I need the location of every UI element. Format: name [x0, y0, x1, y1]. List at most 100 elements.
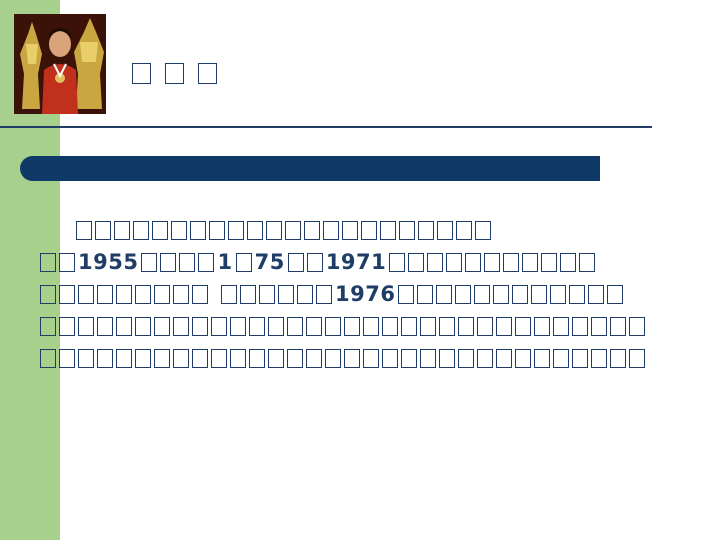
missing-glyph-box	[465, 252, 482, 272]
missing-glyph-box	[607, 284, 624, 304]
missing-glyph-box	[512, 284, 529, 304]
missing-glyph-box	[304, 220, 320, 240]
missing-glyph-box	[389, 252, 406, 272]
missing-glyph-box	[179, 252, 196, 272]
missing-glyph-box	[154, 316, 170, 336]
missing-glyph-box	[417, 284, 434, 304]
body-line	[40, 214, 680, 246]
missing-glyph-box	[116, 316, 132, 336]
missing-glyph-box	[439, 316, 455, 336]
missing-glyph-box	[344, 316, 360, 336]
missing-glyph-box	[458, 348, 474, 368]
slide-title	[132, 56, 217, 90]
missing-glyph-box	[591, 348, 607, 368]
body-line	[40, 310, 680, 342]
missing-glyph-box	[380, 220, 396, 240]
missing-glyph-box	[401, 316, 417, 336]
missing-glyph-box	[458, 316, 474, 336]
body-number: 1955	[78, 250, 139, 274]
missing-glyph-box	[503, 252, 520, 272]
missing-glyph-box	[534, 348, 550, 368]
missing-glyph-box	[446, 252, 463, 272]
missing-glyph-box	[496, 348, 512, 368]
missing-glyph-box	[553, 316, 569, 336]
missing-glyph-box	[297, 284, 313, 304]
missing-glyph-box	[259, 284, 275, 304]
missing-glyph-box	[398, 284, 415, 304]
missing-glyph-box	[192, 284, 208, 304]
missing-glyph-box	[154, 284, 170, 304]
missing-glyph-box	[306, 348, 322, 368]
missing-glyph-box	[477, 348, 493, 368]
missing-glyph-box	[40, 316, 56, 336]
missing-glyph-box	[572, 348, 588, 368]
missing-glyph-box	[192, 348, 208, 368]
missing-glyph-box	[114, 220, 130, 240]
title-divider-line	[0, 126, 652, 128]
title-character	[165, 62, 184, 84]
missing-glyph-box	[154, 348, 170, 368]
missing-glyph-box	[323, 220, 339, 240]
missing-glyph-box	[439, 348, 455, 368]
missing-glyph-box	[211, 316, 227, 336]
missing-glyph-box	[141, 252, 158, 272]
missing-glyph-box	[484, 252, 501, 272]
missing-glyph-box	[550, 284, 567, 304]
missing-glyph-box	[408, 252, 425, 272]
missing-glyph-box	[76, 220, 92, 240]
body-number: 1	[217, 250, 233, 274]
missing-glyph-box	[399, 220, 415, 240]
missing-glyph-box	[97, 348, 113, 368]
missing-glyph-box	[116, 348, 132, 368]
missing-glyph-box	[268, 316, 284, 336]
missing-glyph-box	[78, 316, 94, 336]
title-character	[132, 62, 151, 84]
missing-glyph-box	[40, 348, 56, 368]
missing-glyph-box	[560, 252, 577, 272]
player-photo	[14, 14, 106, 114]
missing-glyph-box	[59, 348, 75, 368]
body-number: 1971	[325, 250, 387, 274]
missing-glyph-box	[475, 220, 491, 240]
missing-glyph-box	[342, 220, 358, 240]
missing-glyph-box	[610, 316, 626, 336]
missing-glyph-box	[249, 348, 265, 368]
body-line: 1955 1 75 1971	[40, 246, 680, 278]
missing-glyph-box	[591, 316, 607, 336]
missing-glyph-box	[588, 284, 605, 304]
body-number: 1976	[335, 282, 396, 306]
missing-glyph-box	[133, 220, 149, 240]
missing-glyph-box	[629, 316, 645, 336]
missing-glyph-box	[420, 316, 436, 336]
player-with-trophies-photo-icon	[14, 14, 106, 114]
missing-glyph-box	[316, 284, 332, 304]
missing-glyph-box	[436, 284, 453, 304]
missing-glyph-box	[522, 252, 539, 272]
missing-glyph-box	[190, 220, 206, 240]
missing-glyph-box	[78, 284, 94, 304]
missing-glyph-box	[266, 220, 282, 240]
missing-glyph-box	[437, 220, 453, 240]
title-character	[198, 62, 217, 84]
missing-glyph-box	[474, 284, 491, 304]
missing-glyph-box	[198, 252, 215, 272]
missing-glyph-box	[135, 284, 151, 304]
missing-glyph-box	[228, 220, 244, 240]
missing-glyph-box	[221, 284, 237, 304]
missing-glyph-box	[135, 348, 151, 368]
missing-glyph-box	[235, 252, 252, 272]
missing-glyph-box	[171, 220, 187, 240]
missing-glyph-box	[173, 316, 189, 336]
missing-glyph-box	[287, 252, 304, 272]
missing-glyph-box	[192, 316, 208, 336]
missing-glyph-box	[427, 252, 444, 272]
missing-glyph-box	[306, 252, 323, 272]
missing-glyph-box	[152, 220, 168, 240]
missing-glyph-box	[579, 252, 596, 272]
missing-glyph-box	[541, 252, 558, 272]
missing-glyph-box	[59, 316, 75, 336]
missing-glyph-box	[629, 348, 645, 368]
missing-glyph-box	[173, 284, 189, 304]
missing-glyph-box	[455, 284, 472, 304]
missing-glyph-box	[116, 284, 132, 304]
